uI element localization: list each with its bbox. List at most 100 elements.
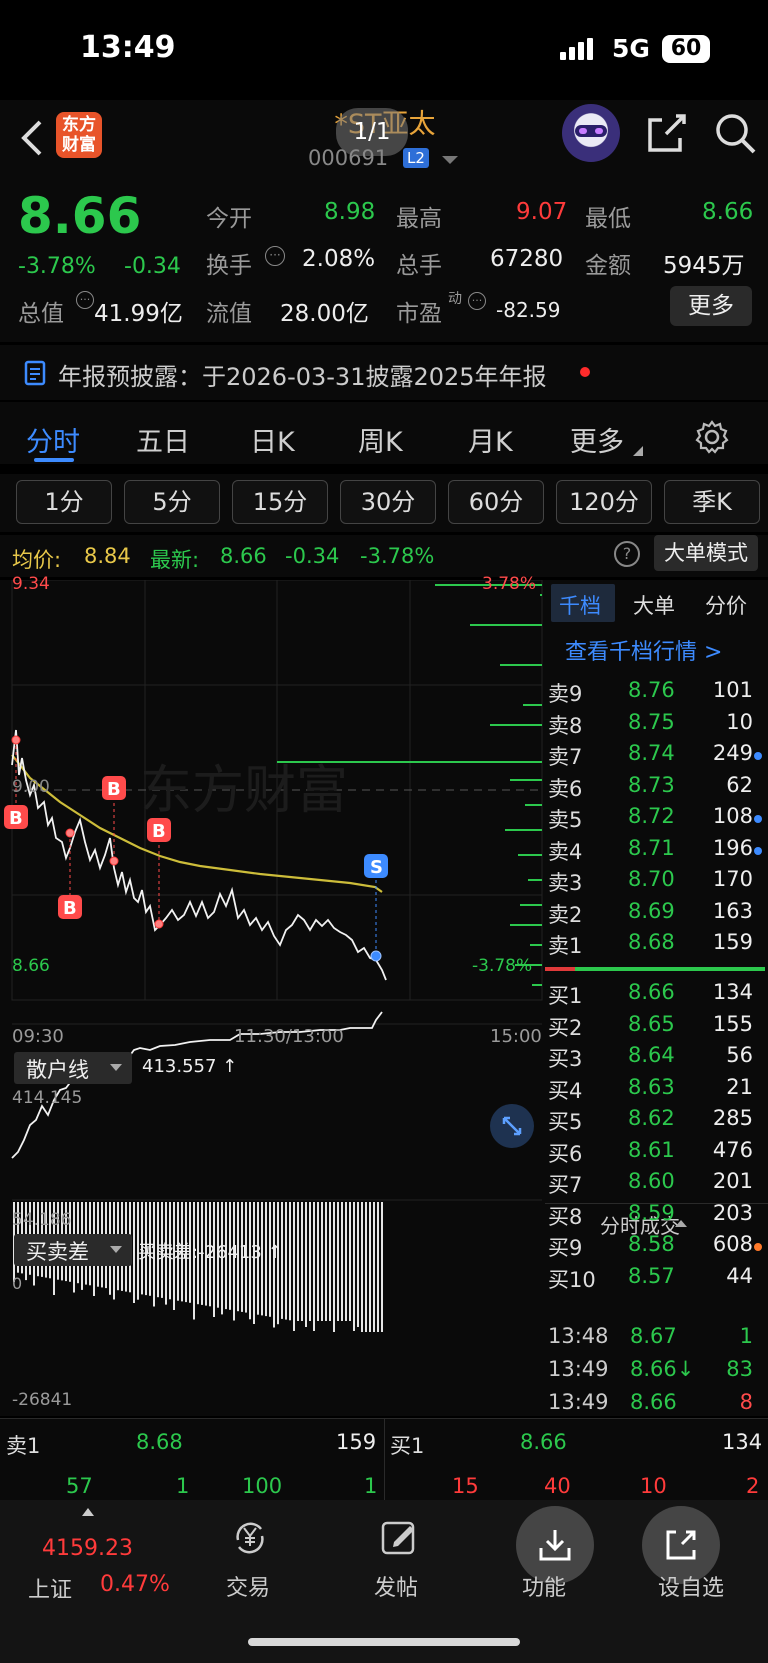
ask-queue-2: 1 — [176, 1474, 190, 1498]
active-tab-indicator — [34, 458, 74, 462]
latest-label: 最新: — [150, 548, 200, 572]
robot-assistant-icon[interactable] — [562, 104, 620, 162]
trade-button[interactable]: 交易 — [220, 1518, 280, 1608]
bid-level-price: 8.65 — [628, 1011, 675, 1036]
bid-level-row[interactable]: 买3 8.64 56 — [548, 1043, 763, 1073]
ask-level-row[interactable]: 卖2 8.69 163 — [548, 899, 763, 929]
bid-level-price: 8.58 — [628, 1232, 675, 1256]
tick-row: 13:49 8.66↓ 83 — [548, 1357, 763, 1387]
bid-level-row[interactable]: 买10 8.57 44 — [548, 1264, 763, 1294]
bid-level-row[interactable]: 买4 8.63 21 — [548, 1075, 763, 1105]
ask-level-row[interactable]: 卖5 8.72 108 — [548, 804, 763, 834]
ask-queue-1: 57 — [66, 1474, 93, 1498]
volume-value: 67280 — [490, 246, 564, 272]
bid-level-label: 买2 — [548, 1015, 583, 1040]
order-indicator-dot — [754, 1243, 762, 1251]
tab-weekly-k[interactable]: 周K — [358, 420, 403, 459]
help-icon[interactable]: ? — [614, 541, 640, 567]
ask-level-row[interactable]: 卖3 8.70 170 — [548, 867, 763, 897]
clock: 13:49 — [80, 30, 176, 65]
notice-bar[interactable]: 年报预披露：于2026-03-31披露2025年年报 — [0, 345, 768, 400]
bid-level-volume: 285 — [712, 1106, 753, 1130]
bid-level-price: 8.64 — [628, 1043, 675, 1067]
ask-level-volume: 163 — [712, 898, 753, 923]
dropdown-icon — [110, 1246, 122, 1253]
tab-big-orders[interactable]: 大单 — [633, 590, 675, 620]
index-value[interactable]: 4159.23 — [42, 1536, 133, 1561]
tab-five-day[interactable]: 五日 — [136, 420, 190, 459]
ask-level-row[interactable]: 卖6 8.73 62 — [548, 773, 763, 803]
edit-icon — [381, 1521, 415, 1555]
settings-gear-icon[interactable] — [695, 420, 729, 454]
post-label: 发帖 — [374, 1576, 419, 1601]
period-120min[interactable]: 120分 — [556, 480, 652, 524]
chart-info-row: 均价: 8.84 最新: 8.66 -0.34 -3.78% ? 大单模式 — [0, 535, 768, 577]
ask-level-price: 8.69 — [628, 898, 675, 923]
bid-level-row[interactable]: 买8 8.59 203 — [548, 1201, 763, 1231]
share-icon[interactable] — [646, 112, 688, 154]
turnover-value: 2.08% — [302, 246, 376, 272]
period-30min[interactable]: 30分 — [340, 480, 436, 524]
latest-value: 8.66 — [220, 544, 267, 568]
tab-intraday[interactable]: 分时 — [26, 420, 80, 459]
intraday-chart[interactable]: 东方财富 B B B B S — [0, 580, 545, 1416]
bid-level-row[interactable]: 买1 8.66 134 — [548, 980, 763, 1010]
period-5min[interactable]: 5分 — [124, 480, 220, 524]
nav-bar: 东方 财富 *ST亚太 1/1 000691 L2 — [0, 100, 768, 182]
index-name[interactable]: 上证 — [28, 1572, 72, 1604]
chart-area: 东方财富 B B B B S 9.34 3.78% 9.00 8.66 -3.7… — [0, 574, 545, 1416]
tab-monthly-k[interactable]: 月K — [468, 420, 513, 459]
float-cap-label: 流值 — [206, 301, 252, 327]
tab-price-volume[interactable]: 分价 — [705, 590, 747, 620]
bid-level-row[interactable]: 买2 8.65 155 — [548, 1012, 763, 1042]
turnover-label: 换手 — [206, 253, 252, 279]
chevron-down-icon[interactable] — [442, 156, 458, 166]
view-thousand-levels-link[interactable]: 查看千档行情 > — [565, 634, 722, 666]
tab-daily-k[interactable]: 日K — [250, 420, 295, 459]
low-label: 最低 — [585, 206, 631, 232]
ask-level-row[interactable]: 卖9 8.76 101 — [548, 678, 763, 708]
bid-level-volume: 201 — [712, 1169, 753, 1193]
bid-level-row[interactable]: 买6 8.61 476 — [548, 1138, 763, 1168]
expand-icon[interactable] — [490, 1104, 534, 1148]
period-1min[interactable]: 1分 — [16, 480, 112, 524]
info-icon[interactable]: ··· — [468, 292, 486, 310]
home-indicator[interactable] — [248, 1638, 520, 1646]
tab-thousand-levels[interactable]: 千档 — [559, 590, 601, 620]
watermark: 东方财富 — [140, 761, 348, 821]
back-icon[interactable] — [18, 118, 46, 158]
ask-level-row[interactable]: 卖4 8.71 196 — [548, 836, 763, 866]
bid-queue-4: 2 — [746, 1474, 760, 1498]
price-axis-mid: 9.00 — [12, 777, 50, 797]
retail-axis-max: 414.145 — [12, 1088, 83, 1108]
period-15min[interactable]: 15分 — [232, 480, 328, 524]
period-60min[interactable]: 60分 — [448, 480, 544, 524]
ask-level-row[interactable]: 卖1 8.68 159 — [548, 930, 763, 960]
last-price: 8.66 — [18, 187, 142, 245]
more-button[interactable]: 更多 — [670, 286, 752, 326]
retail-indicator-select[interactable]: 散户线 — [14, 1052, 132, 1084]
bid-level-row[interactable]: 买7 8.60 201 — [548, 1169, 763, 1199]
tick-volume: 8 — [739, 1390, 753, 1414]
big-order-mode-button[interactable]: 大单模式 — [654, 535, 758, 571]
ask-level-row[interactable]: 卖7 8.74 249 — [548, 741, 763, 771]
ask-level-label: 卖1 — [548, 934, 583, 958]
post-button[interactable]: 发帖 — [368, 1518, 428, 1608]
period-quarter-k[interactable]: 季K — [664, 480, 760, 524]
ask-level-label: 卖5 — [548, 808, 583, 832]
ask-level-row[interactable]: 卖8 8.75 10 — [548, 710, 763, 740]
search-icon[interactable] — [714, 112, 758, 156]
pe-label: 市盈 — [396, 301, 442, 327]
bid-level-row[interactable]: 买9 8.58 608 — [548, 1232, 763, 1262]
ask-queue-4: 1 — [364, 1474, 378, 1498]
level2-badge: L2 — [403, 148, 429, 168]
ask-level-price: 8.73 — [628, 772, 675, 797]
info-icon[interactable]: ··· — [76, 291, 94, 309]
bid-level-row[interactable]: 买5 8.62 285 — [548, 1106, 763, 1136]
bid-level-label: 买3 — [548, 1047, 583, 1071]
bsdiff-indicator-select[interactable]: 买卖差 — [14, 1234, 132, 1266]
tab-more[interactable]: 更多 — [570, 420, 624, 459]
bid-level-label: 买4 — [548, 1078, 583, 1103]
info-icon[interactable]: ··· — [265, 246, 285, 266]
high-value: 9.07 — [516, 199, 568, 225]
